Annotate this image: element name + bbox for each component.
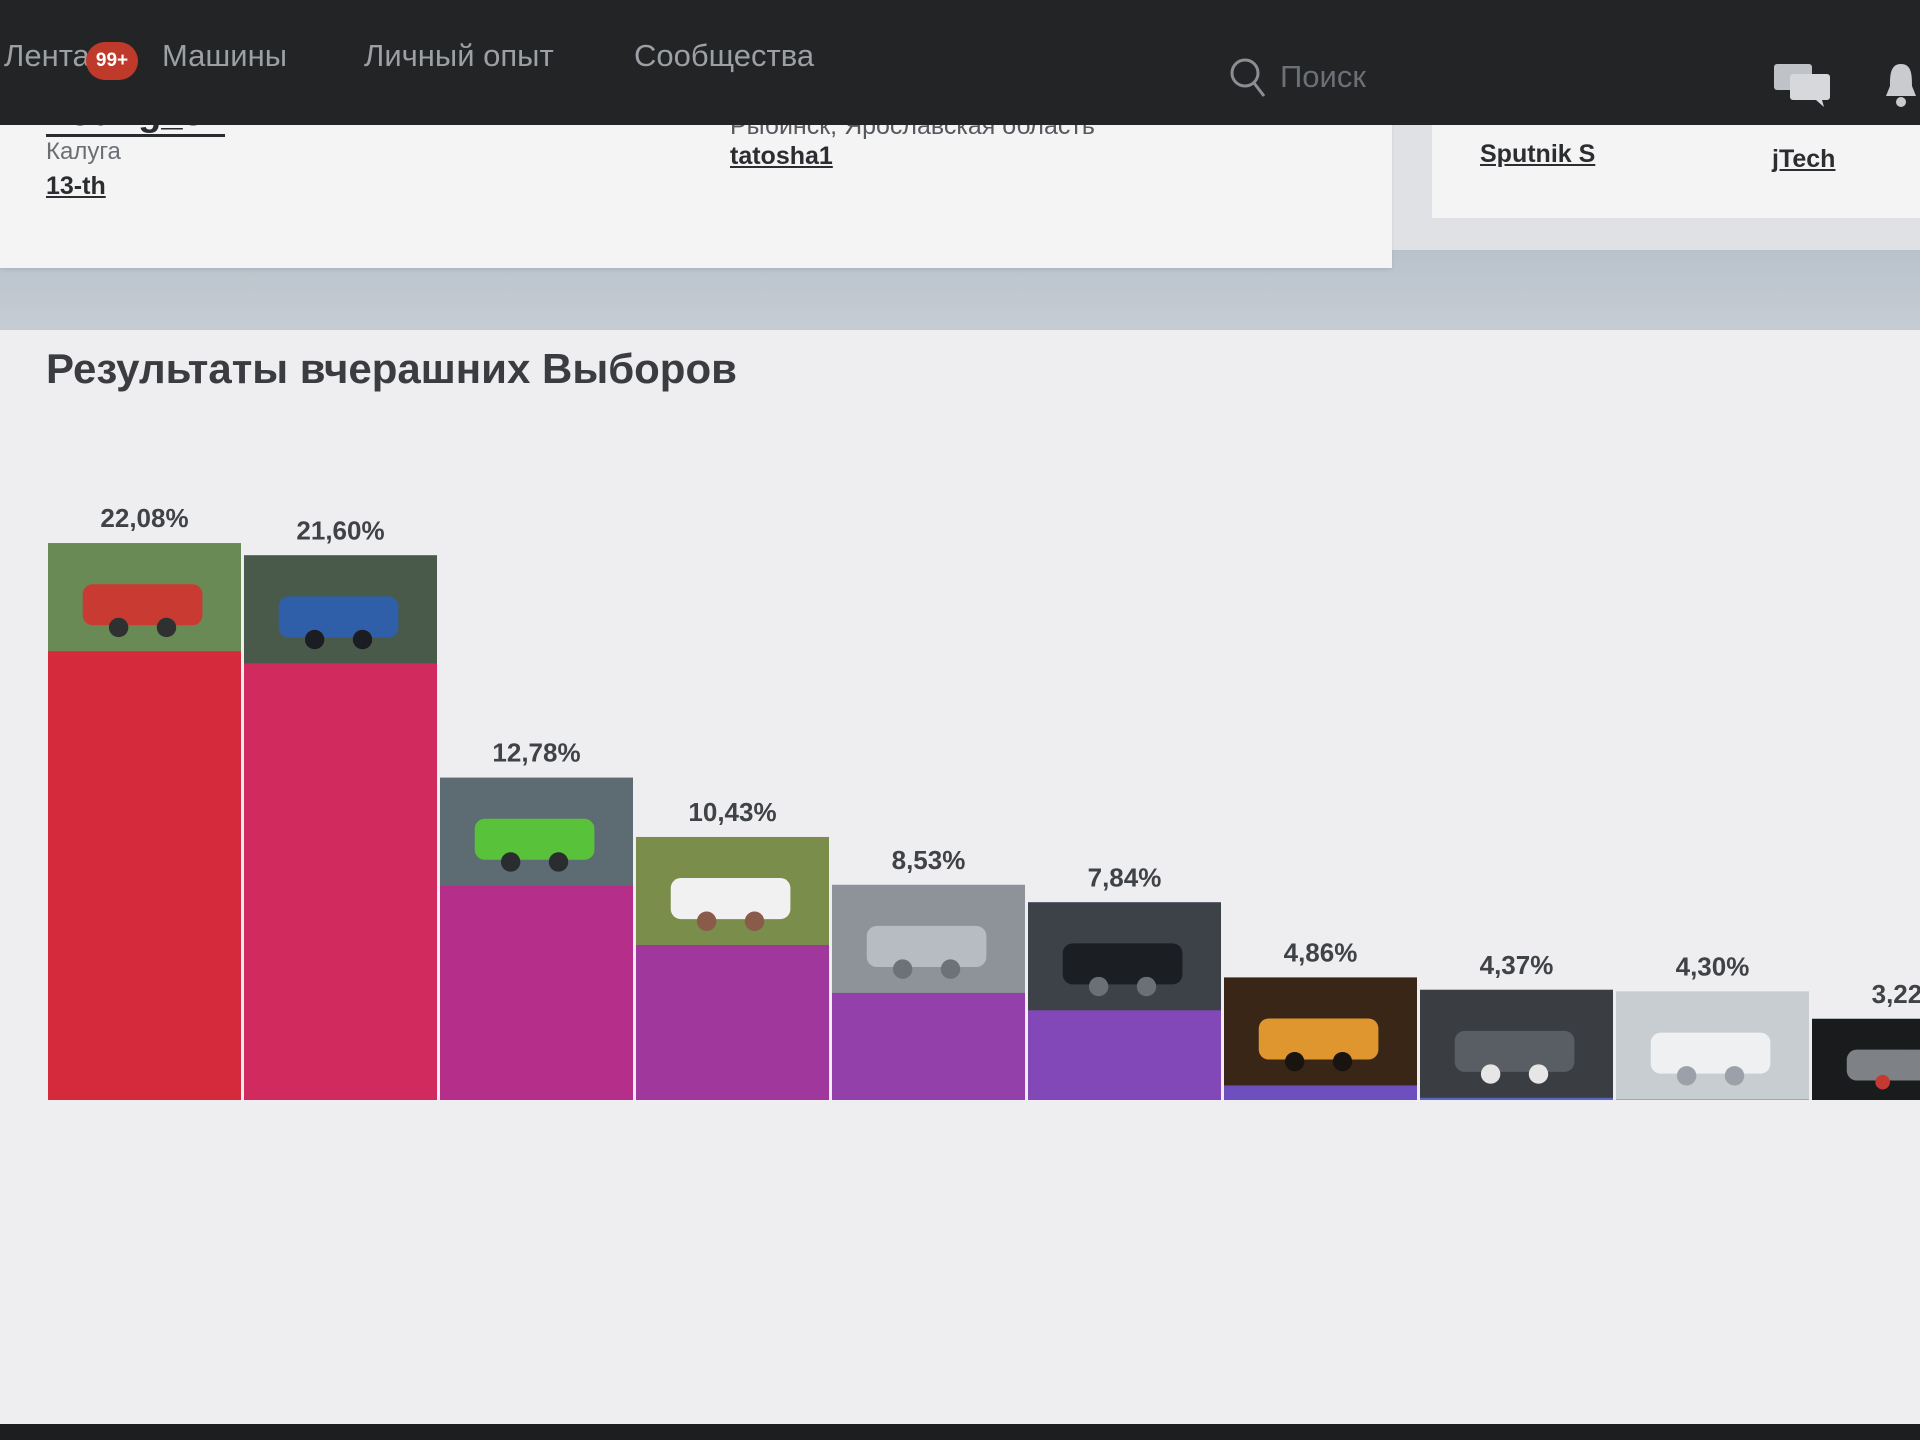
car-shape bbox=[670, 878, 791, 920]
car-shape bbox=[1062, 943, 1183, 985]
chart-data-label: 4,86% bbox=[1284, 937, 1358, 967]
car-wheel bbox=[352, 629, 373, 650]
chart-bar-group[interactable]: 12,78% bbox=[440, 738, 633, 1100]
section-title: Результаты вчерашних Выборов bbox=[46, 345, 737, 392]
chart-data-label: 3,22% bbox=[1872, 979, 1920, 1009]
chart-bar-group[interactable]: 22,08% bbox=[48, 503, 241, 1100]
car-photo-snow[interactable] bbox=[1616, 991, 1809, 1100]
chart-bar-group[interactable]: 4,37% bbox=[1420, 950, 1613, 1100]
car-photo-green[interactable] bbox=[440, 777, 633, 886]
chart-data-label: 4,30% bbox=[1676, 952, 1750, 982]
profile-link-13th[interactable]: 13-th bbox=[46, 172, 106, 201]
chart-data-label: 12,78% bbox=[492, 738, 580, 768]
chat-icon[interactable] bbox=[1772, 60, 1832, 108]
car-wheel bbox=[548, 852, 569, 872]
chart-bar-group[interactable]: 10,43% bbox=[636, 797, 829, 1100]
search-input[interactable] bbox=[1278, 52, 1522, 102]
car-wheel bbox=[1724, 1066, 1745, 1086]
car-shape bbox=[82, 584, 203, 626]
car-wheel bbox=[304, 629, 325, 650]
car-wheel bbox=[1088, 976, 1109, 997]
chart-data-label: 21,60% bbox=[296, 515, 384, 545]
nav-item-cars[interactable]: Машины bbox=[162, 38, 287, 74]
profile-link-tatosha1[interactable]: tatosha1 bbox=[730, 142, 833, 171]
top-navigation-bar: Лента 99+ Машины Личный опыт Сообщества bbox=[0, 0, 1920, 125]
car-wheel bbox=[892, 959, 913, 979]
car-wheel bbox=[1284, 1051, 1305, 1072]
car-shape bbox=[474, 818, 595, 860]
chart-data-label: 8,53% bbox=[892, 845, 966, 875]
chart-data-label: 4,37% bbox=[1480, 950, 1554, 980]
car-photo-dark[interactable] bbox=[1028, 902, 1221, 1011]
car-shape bbox=[1258, 1018, 1379, 1060]
search-box[interactable] bbox=[1228, 52, 1528, 102]
search-icon bbox=[1230, 58, 1266, 97]
side-link-sputnik[interactable]: Sputnik S bbox=[1480, 140, 1595, 169]
car-photo-blue[interactable] bbox=[244, 555, 437, 664]
notification-badge: 99+ bbox=[86, 42, 138, 80]
nav-item-feed[interactable]: Лента 99+ bbox=[4, 38, 138, 80]
car-photo-sponsor[interactable] bbox=[1812, 1018, 1920, 1100]
results-bar-chart: 22,08% 21,60% 12,78% 10,43% 8,53% 7,84% 4,86% 4… bbox=[48, 503, 1920, 1100]
chart-bar-group[interactable]: 8,53% bbox=[832, 845, 1025, 1100]
nav-item-communities[interactable]: Сообщества bbox=[634, 38, 814, 74]
car-photo-red[interactable] bbox=[48, 543, 241, 652]
car-wheel bbox=[1528, 1064, 1549, 1084]
screen-bezel bbox=[0, 1424, 1920, 1440]
chart-data-label: 7,84% bbox=[1088, 862, 1162, 892]
chart-bar-group[interactable]: 7,84% bbox=[1028, 862, 1221, 1100]
chart-bar-group[interactable]: 4,30% bbox=[1616, 952, 1809, 1100]
car-wheel bbox=[1136, 976, 1157, 997]
nav-item-feed-label: Лента bbox=[4, 38, 90, 73]
car-wheel bbox=[744, 911, 765, 931]
chart-bar-group[interactable]: 3,22% bbox=[1812, 979, 1920, 1100]
chart-bar-group[interactable]: 4,86% bbox=[1224, 937, 1417, 1100]
car-photo-gray[interactable] bbox=[1420, 989, 1613, 1098]
chart-data-label: 10,43% bbox=[688, 797, 776, 827]
car-wheel bbox=[156, 617, 177, 638]
car-wheel bbox=[1332, 1051, 1353, 1072]
chart-data-label: 22,08% bbox=[100, 503, 188, 533]
car-shape bbox=[866, 925, 987, 967]
car-photo-orange[interactable] bbox=[1224, 977, 1417, 1086]
car-wheel bbox=[500, 852, 521, 872]
side-link-jtech[interactable]: jTech bbox=[1772, 145, 1835, 174]
car-shape bbox=[1650, 1032, 1771, 1074]
profile-city: Калуга bbox=[46, 138, 121, 165]
car-photo-silver[interactable] bbox=[832, 884, 1025, 993]
car-wheel bbox=[108, 617, 129, 638]
nav-item-experience[interactable]: Личный опыт bbox=[364, 38, 554, 74]
car-shape bbox=[1454, 1030, 1575, 1072]
car-wheel bbox=[940, 959, 961, 979]
car-shape bbox=[278, 596, 399, 638]
car-wheel bbox=[1480, 1064, 1501, 1084]
car-wheel bbox=[1875, 1074, 1890, 1090]
car-photo-white[interactable] bbox=[636, 836, 829, 945]
bell-icon[interactable] bbox=[1882, 60, 1920, 110]
chart-bar-group[interactable]: 21,60% bbox=[244, 515, 437, 1100]
car-wheel bbox=[696, 911, 717, 931]
car-wheel bbox=[1676, 1066, 1697, 1086]
